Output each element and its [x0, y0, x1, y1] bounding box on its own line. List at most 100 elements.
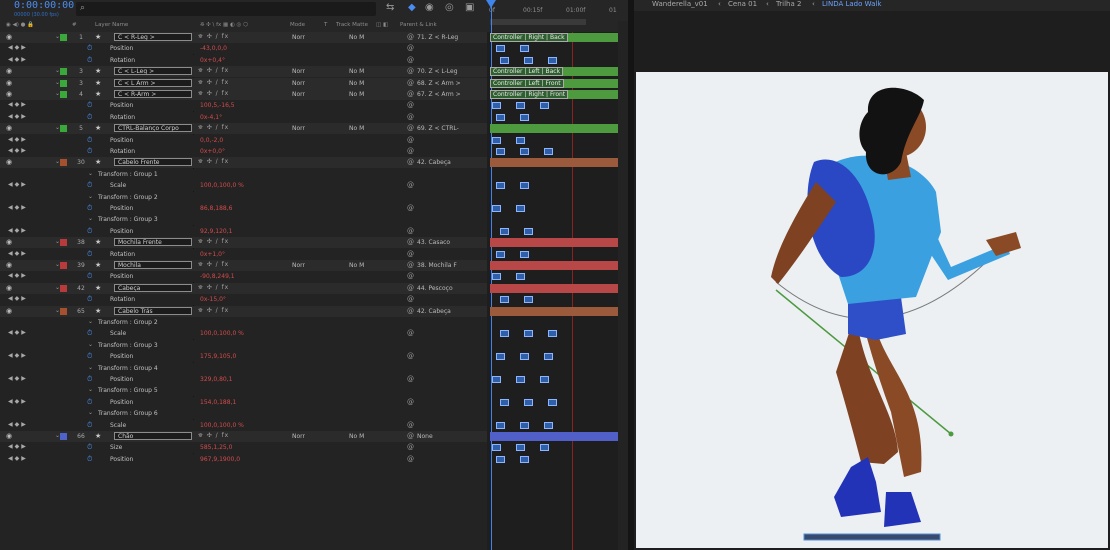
layer-duration-bar[interactable] [490, 306, 618, 316]
track-matte-dropdown[interactable]: No M [349, 80, 364, 87]
layer-switches[interactable]: ⛯ ✣ / fx [198, 261, 229, 269]
visibility-eye-icon[interactable]: ◉ [6, 124, 12, 132]
property-value[interactable]: -90,8,249,1 [200, 273, 235, 280]
mode-dropdown[interactable]: Norr [292, 34, 305, 41]
layer-duration-bar[interactable]: Controller | Right | Front [490, 90, 618, 99]
keyframe-nav-icon[interactable]: ◀◆▶ [8, 295, 28, 302]
keyframe[interactable] [540, 102, 549, 110]
keyframe[interactable] [524, 296, 533, 304]
layer-switches[interactable]: ⛯ ✣ / fx [198, 432, 229, 440]
property-value[interactable]: 92,9,120,1 [200, 228, 232, 235]
pickwhip-icon[interactable]: @ [407, 398, 414, 406]
layer-row[interactable]: ◉ ⌄ 5 ★ CTRL-Balanço Corpo ⛯ ✣ / fx Norr No M @6… [0, 123, 487, 135]
label-color-swatch[interactable] [60, 91, 67, 98]
layer-duration-bar[interactable] [490, 158, 618, 168]
parent-dropdown[interactable]: 70. Z < L-Leg [417, 68, 458, 75]
breadcrumb-item[interactable]: Trilha 2 [776, 0, 801, 8]
keyframe[interactable] [524, 56, 533, 64]
keyframe-nav-icon[interactable]: ◀◆▶ [8, 101, 28, 108]
keyframe[interactable] [496, 45, 505, 53]
layer-switches[interactable]: ⛯ ✣ / fx [198, 67, 229, 75]
property-row[interactable]: ◀◆▶ ⏱ Position -43,0,0,0 @ [0, 43, 487, 55]
parent-dropdown[interactable]: 71. Z < R-Leg [417, 34, 458, 41]
visibility-eye-icon[interactable]: ◉ [6, 261, 12, 269]
layer-switches[interactable]: ⛯ ✣ / fx [198, 90, 229, 98]
layer-switches[interactable]: ⛯ ✣ / fx [198, 284, 229, 292]
group-row[interactable]: ⌄ Transform : Group 4 [0, 362, 487, 374]
property-row[interactable]: ◀◆▶ ⏱ Position 967,9,1900,0 @ [0, 453, 487, 465]
mode-dropdown[interactable]: Norr [292, 80, 305, 87]
pickwhip-icon[interactable]: @ [407, 113, 414, 121]
parent-dropdown[interactable]: 68. Z < Arm > [417, 80, 461, 87]
group-row[interactable]: ⌄ Transform : Group 2 [0, 317, 487, 328]
keyframe-nav-icon[interactable]: ◀◆▶ [8, 181, 28, 188]
keyframe-nav-icon[interactable]: ◀◆▶ [8, 113, 28, 120]
visibility-eye-icon[interactable]: ◉ [6, 238, 12, 246]
layer-row[interactable]: ◉ ⌄ 30 ★ Cabelo Frente ⛯ ✣ / fx @42. Cabeça [0, 157, 487, 169]
keyframe[interactable] [492, 273, 501, 281]
expand-chevron-icon[interactable]: ⌄ [88, 409, 93, 416]
visibility-eye-icon[interactable]: ◉ [6, 307, 12, 315]
group-row[interactable]: ⌄ Transform : Group 3 [0, 214, 487, 226]
keyframe[interactable] [492, 376, 501, 383]
property-value[interactable]: 154,0,188,1 [200, 399, 236, 406]
layer-name-field[interactable]: CTRL-Balanço Corpo [114, 124, 192, 133]
keyframe[interactable] [520, 148, 529, 155]
keyframe-nav-icon[interactable]: ◀◆▶ [8, 204, 28, 211]
layer-duration-bar[interactable] [490, 124, 618, 134]
keyframe-nav-icon[interactable]: ◀◆▶ [8, 352, 28, 359]
keyframe-nav-icon[interactable]: ◀◆▶ [8, 44, 28, 51]
breadcrumb-item[interactable]: Wanderella_v01 [652, 0, 708, 8]
stopwatch-icon[interactable]: ⏱ [87, 398, 92, 407]
keyframe-nav-icon[interactable]: ◀◆▶ [8, 227, 28, 234]
breadcrumb-item[interactable]: Cena 01 [728, 0, 757, 8]
expand-chevron-icon[interactable]: ⌄ [88, 386, 93, 393]
keyframe[interactable] [544, 353, 553, 361]
visibility-eye-icon[interactable]: ◉ [6, 90, 12, 98]
mode-dropdown[interactable]: Norr [292, 433, 305, 440]
stopwatch-icon[interactable]: ⏱ [87, 295, 92, 304]
draft-3d-icon[interactable]: ◆ [408, 2, 416, 13]
keyframe-nav-icon[interactable]: ◀◆▶ [8, 147, 28, 154]
layer-row[interactable]: ◉ ⌄ 42 ★ Cabeça ⛯ ✣ / fx @44. Pescoço [0, 282, 487, 294]
property-row[interactable]: ◀◆▶ ⏱ Rotation 0x-4,1° @ [0, 111, 487, 123]
keyframe[interactable] [492, 205, 501, 212]
pickwhip-icon[interactable]: @ [407, 101, 414, 109]
pickwhip-icon[interactable]: @ [407, 227, 414, 235]
work-area-bar[interactable] [490, 19, 586, 25]
group-row[interactable]: ⌄ Transform : Group 1 [0, 168, 487, 180]
label-color-swatch[interactable] [60, 79, 67, 87]
keyframe[interactable] [520, 113, 529, 121]
pickwhip-icon[interactable]: @ [407, 33, 414, 41]
pickwhip-icon[interactable]: @ [407, 272, 414, 280]
stopwatch-icon[interactable]: ⏱ [87, 147, 92, 156]
layer-name-field[interactable]: C < L-Leg > [114, 67, 192, 76]
property-value[interactable]: 175,9,105,0 [200, 353, 236, 360]
keyframe-nav-icon[interactable]: ◀◆▶ [8, 421, 28, 428]
pickwhip-icon[interactable]: @ [407, 421, 414, 429]
layer-switches[interactable]: ⛯ ✣ / fx [198, 307, 229, 315]
parent-dropdown[interactable]: 44. Pescoço [417, 285, 453, 292]
keyframe-nav-icon[interactable]: ◀◆▶ [8, 455, 28, 462]
visibility-eye-icon[interactable]: ◉ [6, 284, 12, 292]
layer-name-field[interactable]: C < L Arm > [114, 78, 192, 87]
keyframe-nav-icon[interactable]: ◀◆▶ [8, 398, 28, 405]
pickwhip-icon[interactable]: @ [407, 56, 414, 64]
keyframe-nav-icon[interactable]: ◀◆▶ [8, 375, 28, 382]
keyframe[interactable] [496, 250, 505, 258]
layer-switches[interactable]: ⛯ ✣ / fx [198, 158, 229, 166]
track-matte-dropdown[interactable]: No M [349, 262, 364, 269]
stopwatch-icon[interactable]: ⏱ [87, 101, 92, 110]
layer-name-field[interactable]: C < R-Arm > [114, 90, 192, 98]
pickwhip-icon[interactable]: @ [407, 329, 414, 337]
property-value[interactable]: 0x-4,1° [200, 114, 222, 121]
keyframe[interactable] [524, 398, 533, 406]
keyframe[interactable] [492, 136, 501, 144]
property-row[interactable]: ◀◆▶ ⏱ Position 154,0,188,1 @ [0, 396, 487, 408]
layer-switches[interactable]: ⛯ ✣ / fx [198, 79, 229, 87]
property-value[interactable]: 86,8,188,6 [200, 205, 232, 212]
pickwhip-icon[interactable]: @ [407, 295, 414, 303]
layer-name-field[interactable]: Cabeça [114, 283, 192, 292]
keyframe[interactable] [520, 250, 529, 258]
keyframe[interactable] [492, 102, 501, 110]
